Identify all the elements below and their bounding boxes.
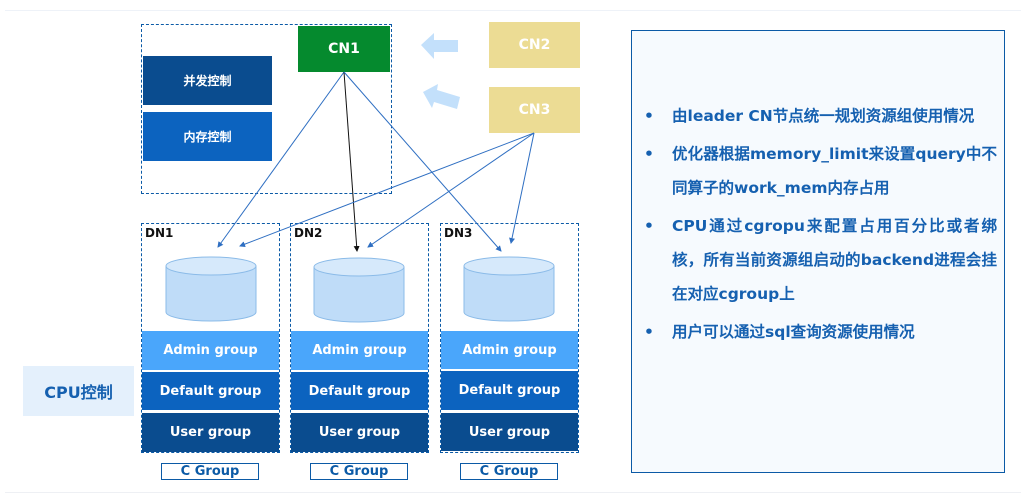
bullet-text: 优化器根据memory_limit来设置query中不同算子的work_mem内… [672,145,997,197]
bullet-dot-icon: • [644,107,654,125]
bullet-dot-icon: • [644,145,654,163]
info-panel: • 由leader CN节点统一规划资源组使用情况 • 优化器根据memory_li… [631,30,1005,473]
info-bullet: • 用户可以通过sql查询资源使用情况 [642,315,997,349]
cn3-to-dn2-arrow [367,132,535,248]
bullet-dot-icon: • [644,323,654,341]
cn1-to-dn3-arrow [343,71,502,252]
cn3-to-dn1-arrow [239,132,535,248]
database-icon [313,257,405,323]
info-bullet: • CPU通过cgropu来配置占用百分比或者绑核，所有当前资源组启动的backe… [642,209,997,311]
bullet-text: 用户可以通过sql查询资源使用情况 [672,323,915,341]
database-icon [165,256,257,322]
cn1-to-dn2-arrow [343,71,360,252]
cn2-left-arrow [421,33,458,59]
database-icon [463,256,555,322]
info-bullet: • 由leader CN节点统一规划资源组使用情况 [642,99,997,133]
cn3-to-dn3-arrow [509,132,535,244]
bullet-text: 由leader CN节点统一规划资源组使用情况 [672,107,975,125]
cn1-to-dn1-arrow [217,71,345,248]
info-bullet: • 优化器根据memory_limit来设置query中不同算子的work_mem… [642,137,997,205]
bullet-text: CPU通过cgropu来配置占用百分比或者绑核，所有当前资源组启动的backen… [672,217,997,303]
info-bullet-list: • 由leader CN节点统一规划资源组使用情况 • 优化器根据memory_li… [642,99,997,353]
bullet-dot-icon: • [644,217,654,235]
cn3-left-arrow [423,84,460,109]
